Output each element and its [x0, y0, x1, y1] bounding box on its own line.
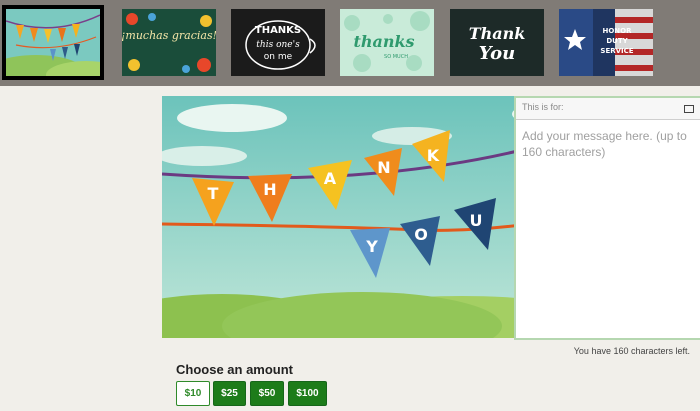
pennant-letter: O — [414, 225, 428, 244]
svg-text:this one's: this one's — [256, 40, 300, 50]
svg-text:Thank: Thank — [469, 24, 526, 43]
pennant-letter: U — [470, 211, 483, 230]
svg-text:DUTY: DUTY — [606, 37, 628, 45]
thumb-muchas-gracias[interactable]: ¡muchas gracias! — [122, 9, 216, 76]
pennant-letter: A — [324, 169, 337, 188]
message-panel: This is for: — [514, 96, 700, 340]
pennant-letter: N — [377, 158, 390, 177]
svg-text:You: You — [479, 43, 515, 64]
svg-text:SERVICE: SERVICE — [600, 47, 633, 55]
thumb-thanks-so-much[interactable]: thanks SO MUCH — [340, 9, 434, 76]
pennant-letter: Y — [365, 237, 378, 256]
thumb-thanks-this-ones-on-me[interactable]: THANKS this one's on me — [231, 9, 325, 76]
amount-100-button[interactable]: $100 — [288, 381, 327, 406]
recipient-placeholder: This is for: — [522, 102, 564, 112]
svg-text:THANKS: THANKS — [255, 25, 301, 36]
amount-25-button[interactable]: $25 — [213, 381, 246, 406]
contact-card-icon[interactable] — [684, 105, 694, 113]
message-input[interactable] — [516, 124, 700, 334]
svg-text:HONOR: HONOR — [602, 27, 632, 35]
thumb-honor-duty-service[interactable]: HONOR DUTY SERVICE — [559, 9, 653, 76]
character-count: You have 160 characters left. — [573, 346, 690, 356]
card-design-strip: ¡muchas gracias! THANKS this one's on me… — [0, 0, 700, 86]
svg-text:on me: on me — [264, 52, 293, 62]
pennant-letter: K — [427, 146, 440, 165]
svg-text:thanks: thanks — [353, 32, 414, 51]
svg-text:SO MUCH: SO MUCH — [384, 54, 408, 60]
pennant-letter: H — [263, 180, 276, 199]
pennant-letter: T — [208, 184, 219, 203]
thumb-thank-you-script[interactable]: Thank You — [450, 9, 544, 76]
amount-heading: Choose an amount — [176, 362, 294, 377]
amount-10-button[interactable]: $10 — [176, 381, 210, 406]
thumb-thank-you-banner[interactable] — [2, 5, 104, 80]
recipient-field[interactable]: This is for: — [516, 98, 700, 120]
amount-50-button[interactable]: $50 — [250, 381, 284, 406]
thumb-text: ¡muchas gracias! — [122, 29, 216, 42]
